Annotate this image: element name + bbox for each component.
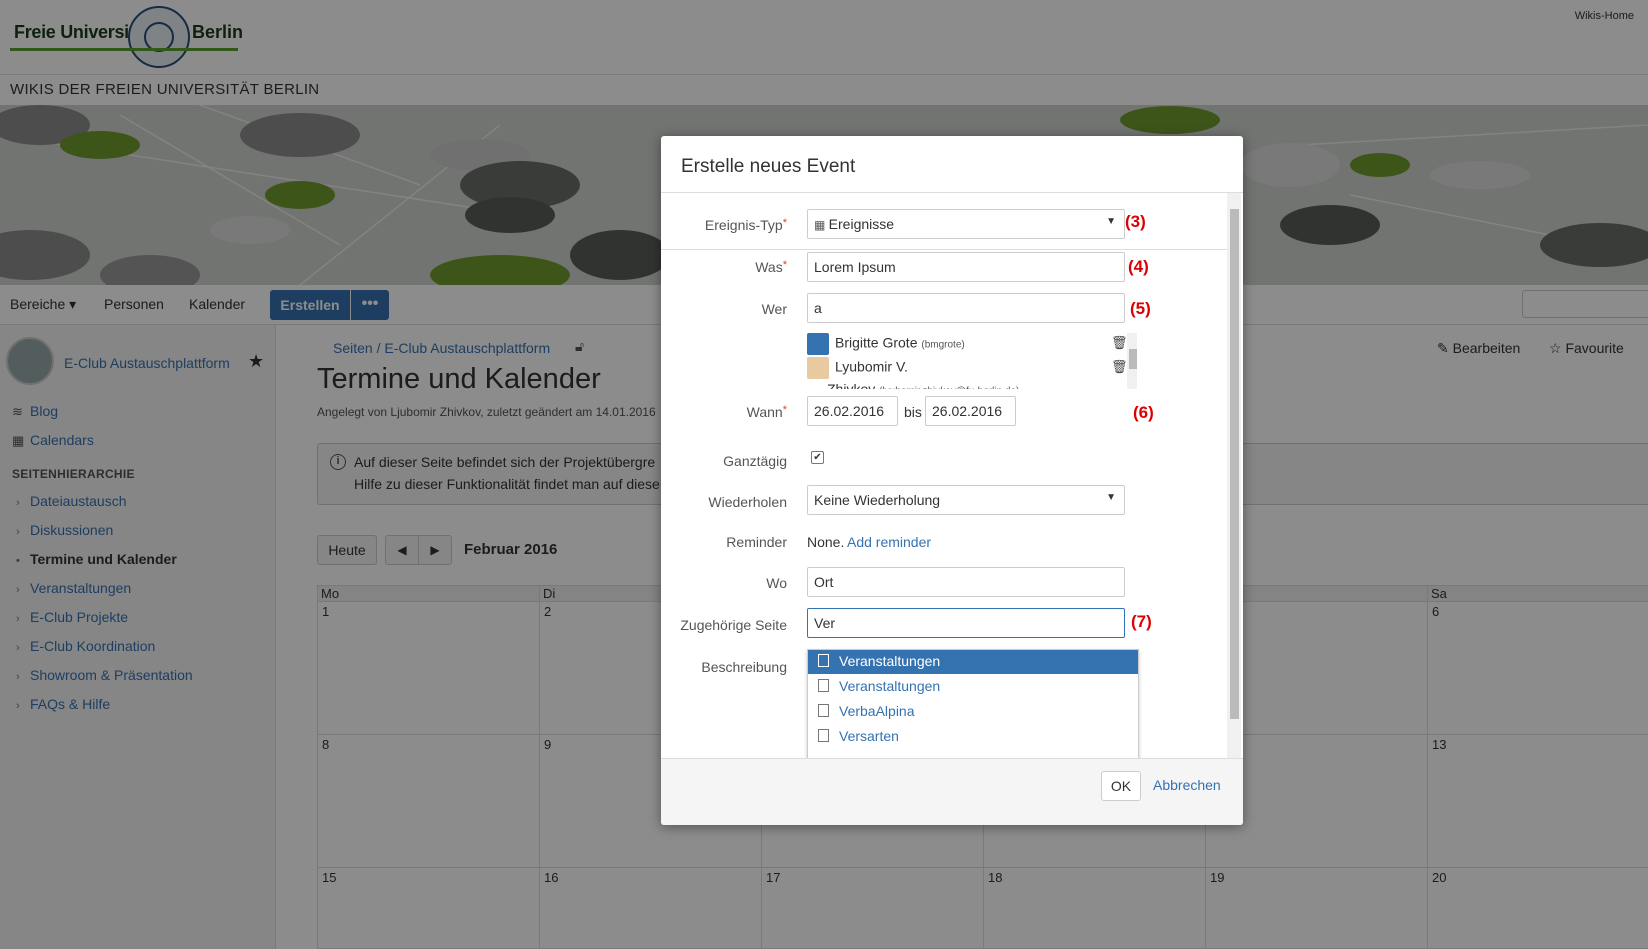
page-icon	[818, 679, 829, 692]
calendar-icon: ▦	[814, 218, 829, 232]
label-when: Wann*	[661, 404, 787, 420]
ok-button[interactable]: OK	[1101, 771, 1141, 801]
user-name: Lyubomir V.	[835, 358, 908, 375]
suggestion-label: Veranstaltungen	[839, 678, 941, 694]
cancel-link[interactable]: Abbrechen	[1153, 777, 1221, 793]
dropdown-arrow-icon: ▼	[1106, 216, 1116, 227]
required-mark: *	[782, 404, 787, 416]
label-description: Beschreibung	[701, 659, 787, 675]
add-reminder-link[interactable]: Add reminder	[847, 534, 931, 550]
suggestion-label: VerbaAlpina	[839, 703, 915, 719]
event-type-select[interactable]: ▦ Ereignisse ▼	[807, 209, 1125, 239]
annotation-3: (3)	[1125, 212, 1146, 231]
event-type-value: Ereignisse	[828, 216, 895, 232]
label-related-page: Zugehörige Seite	[680, 617, 787, 633]
trash-icon[interactable]: 🗑︎	[1111, 335, 1128, 351]
scrollbar-thumb[interactable]	[1230, 209, 1239, 719]
dialog-footer: OK Abbrechen	[661, 758, 1243, 825]
page-suggestions-dropdown: Veranstaltungen Veranstaltungen VerbaAlp…	[807, 649, 1139, 758]
scrollbar-thumb[interactable]	[1129, 349, 1137, 369]
user-name-cont: Zhivkov	[827, 381, 876, 389]
user-avatar	[807, 333, 829, 355]
dialog-scrollbar[interactable]	[1227, 193, 1241, 758]
label-text: Was	[755, 259, 783, 275]
label-where: Wo	[766, 575, 787, 591]
user-entry: Brigitte Grote (bmgrote)	[807, 333, 965, 355]
what-input[interactable]: Lorem Ipsum	[807, 252, 1125, 282]
annotation-7: (7)	[1131, 612, 1152, 631]
label-who: Wer	[761, 301, 787, 317]
dropdown-arrow-icon: ▼	[1106, 492, 1116, 503]
related-page-input[interactable]: Ver	[807, 608, 1125, 638]
who-input[interactable]: a	[807, 293, 1125, 323]
reminder-none: None.	[807, 534, 845, 550]
start-date-input[interactable]: 26.02.2016	[807, 396, 898, 426]
required-mark: *	[782, 259, 787, 271]
annotation-4: (4)	[1128, 257, 1149, 276]
label-what: Was*	[661, 259, 787, 275]
annotation-5: (5)	[1130, 299, 1151, 318]
dialog-body: Ereignis-Typ* ▦ Ereignisse ▼ (3) Was* Lo…	[661, 193, 1243, 758]
repeat-select[interactable]: Keine Wiederholung ▼	[807, 485, 1125, 515]
suggestion-label: Veranstaltungen	[839, 653, 941, 669]
users-scrollbar[interactable]	[1127, 333, 1137, 389]
where-input[interactable]: Ort	[807, 567, 1125, 597]
label-all-day: Ganztägig	[723, 453, 787, 469]
repeat-value: Keine Wiederholung	[814, 492, 941, 508]
all-day-checkbox[interactable]: ✔	[811, 451, 824, 464]
suggestion-item[interactable]: Versarten	[808, 725, 1138, 749]
create-event-dialog: Erstelle neues Event Ereignis-Typ* ▦ Ere…	[661, 136, 1243, 825]
page-icon	[818, 729, 829, 742]
label-text: Ereignis-Typ	[704, 217, 783, 233]
label-event-type: Ereignis-Typ*	[661, 217, 787, 233]
selected-users-list: Brigitte Grote (bmgrote) 🗑︎ Lyubomir V. …	[807, 333, 1137, 389]
dialog-title: Erstelle neues Event	[681, 156, 856, 177]
user-id: (bmgrote)	[921, 339, 965, 351]
section-divider	[661, 249, 1227, 250]
label-text: Wann	[746, 404, 783, 420]
suggestion-label: Versarten	[839, 728, 899, 744]
user-name: Brigitte Grote	[835, 334, 918, 351]
trash-icon[interactable]: 🗑︎	[1111, 359, 1128, 375]
end-date-input[interactable]: 26.02.2016	[925, 396, 1016, 426]
page-icon	[818, 654, 829, 667]
page-icon	[818, 704, 829, 717]
required-mark: *	[782, 217, 787, 229]
suggestion-item[interactable]: Veranstaltungen	[808, 650, 1138, 674]
user-entry: Lyubomir V. Zhivkov (lyubomir.zhivkov@fu…	[807, 357, 1019, 389]
annotation-6: (6)	[1133, 403, 1154, 422]
label-reminder: Reminder	[726, 534, 787, 550]
user-avatar	[807, 357, 829, 379]
label-repeat: Wiederholen	[708, 494, 787, 510]
date-range-separator: bis	[904, 404, 922, 420]
suggestion-item[interactable]: Veranstaltungen	[808, 675, 1138, 699]
user-id: (lyubomir.zhivkov@fu-berlin.de)	[879, 386, 1019, 389]
suggestion-item[interactable]: VerbaAlpina	[808, 700, 1138, 724]
